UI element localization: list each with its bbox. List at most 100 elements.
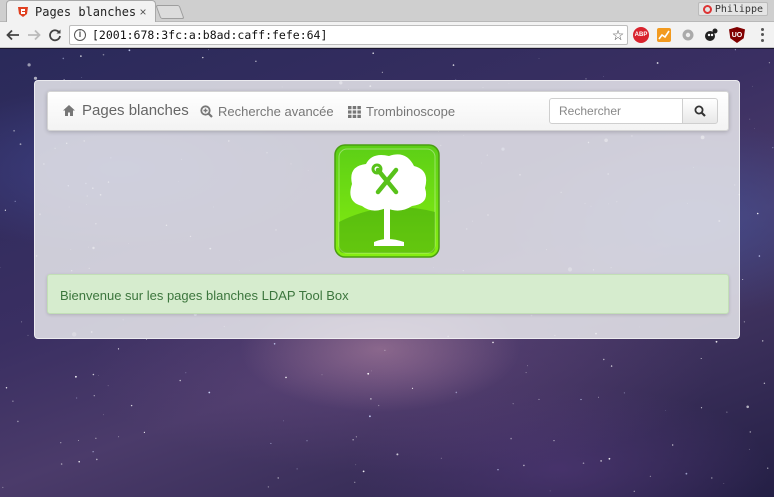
star [130,404,133,407]
star [98,375,99,376]
browser-menu-icon[interactable] [757,27,767,43]
star [27,334,29,336]
star [723,483,725,484]
star [93,395,95,397]
nav-link-trombinoscope[interactable]: Trombinoscope [348,104,455,119]
star [27,63,31,67]
star [582,462,585,465]
star [2,486,4,488]
star [762,340,764,342]
browser-tab[interactable]: Pages blanches × [6,0,156,23]
star [600,460,602,462]
star [60,463,63,465]
star [12,400,14,402]
star [367,372,370,375]
profile-button[interactable]: Philippe [697,2,768,16]
page-viewport: Pages blanches Recherche avancée Trombin… [0,49,774,497]
bookmark-star-icon[interactable]: ☆ [609,27,627,44]
profile-icon [702,4,712,14]
star [107,385,109,387]
star [610,365,613,367]
star [321,374,323,376]
star [60,442,62,444]
star [273,343,276,345]
star [525,372,527,374]
star [440,457,442,459]
star [381,71,383,73]
ghost-extension-icon[interactable] [703,27,719,43]
star [452,64,455,66]
star [4,209,6,211]
url-text[interactable]: [2001:678:3fc:a:b8ad:caff:fefe:64] [92,28,609,42]
star [756,212,759,215]
chart-extension-icon[interactable] [656,27,672,43]
star [523,464,525,467]
arrow-right-icon [28,29,41,41]
welcome-alert: Bienvenue sur les pages blanches LDAP To… [47,274,729,314]
adblock-plus-icon[interactable]: ABP [633,27,649,43]
star [128,49,131,52]
star [665,410,666,411]
info-icon[interactable]: i [74,29,86,41]
star [362,470,365,473]
star [62,57,65,60]
gear-extension-icon[interactable] [680,27,696,43]
close-tab-icon[interactable]: × [137,6,149,18]
ublock-origin-icon[interactable]: UO [729,27,745,43]
star [700,407,703,409]
star [370,398,372,400]
star [649,475,652,477]
home-icon [63,105,75,116]
star [455,391,458,394]
star [633,490,635,492]
star [749,118,751,120]
star [103,414,104,416]
welcome-message: Bienvenue sur les pages blanches LDAP To… [60,288,349,303]
star [13,129,16,132]
profile-name: Philippe [714,3,763,15]
star [270,442,272,444]
address-bar[interactable]: i [2001:678:3fc:a:b8ad:caff:fefe:64] ☆ [69,25,628,45]
star [352,439,354,441]
star [95,437,97,439]
star [355,464,357,466]
nav-link-advanced-search[interactable]: Recherche avancée [200,104,334,119]
new-tab-button[interactable] [155,5,185,19]
reload-button[interactable] [45,25,65,45]
star [711,477,713,479]
star [549,490,551,492]
star [277,477,279,479]
star [372,52,375,54]
star [208,49,209,51]
star [81,77,83,78]
star [92,373,95,376]
brand-link[interactable]: Pages blanches [62,102,189,119]
grid-icon [348,105,361,118]
star [623,392,626,394]
star [553,440,555,442]
star [396,453,399,456]
star [754,128,755,129]
star [603,358,605,361]
star [672,444,674,446]
star [21,321,23,323]
back-button[interactable] [3,25,23,45]
ldap-favicon-icon [17,6,29,18]
star [749,431,752,433]
star [512,403,514,405]
search-button[interactable] [682,98,718,124]
main-panel: Pages blanches Recherche avancée Trombin… [34,80,740,339]
forward-button[interactable] [24,25,44,45]
star [772,147,774,149]
brand-label: Pages blanches [82,102,189,119]
star [510,437,512,440]
star [746,405,749,409]
star [538,398,540,400]
search-input[interactable] [549,98,683,124]
star [102,53,105,56]
star [77,440,79,441]
star [92,451,94,453]
star [267,486,270,488]
search-icon [694,105,706,117]
star [743,321,745,323]
